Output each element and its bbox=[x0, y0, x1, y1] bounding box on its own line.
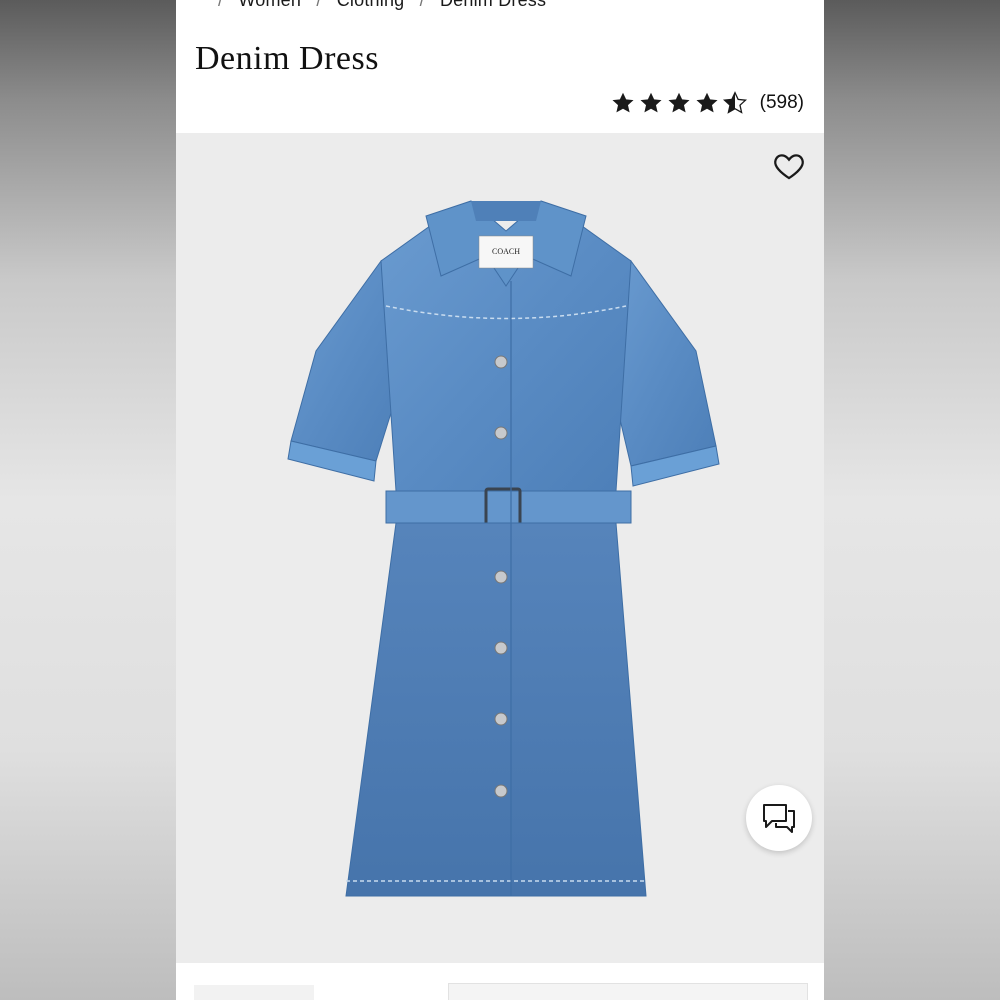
bottom-left-element bbox=[194, 985, 314, 1000]
background-left bbox=[0, 0, 176, 1000]
heart-outline-icon[interactable] bbox=[772, 149, 806, 183]
star-icon bbox=[668, 92, 690, 113]
background-right bbox=[824, 0, 1000, 1000]
product-image-denim-dress[interactable]: COACH bbox=[286, 191, 726, 911]
product-image-area: COACH bbox=[176, 133, 824, 963]
product-page: / Women / Clothing / Denim Dress Denim D… bbox=[176, 0, 824, 1000]
bottom-bar bbox=[176, 963, 824, 1000]
breadcrumb-item-clothing[interactable]: Clothing bbox=[337, 0, 405, 10]
half-star-icon bbox=[722, 91, 747, 114]
star-icon bbox=[612, 92, 634, 113]
breadcrumb: / Women / Clothing / Denim Dress bbox=[208, 0, 546, 11]
chat-bubbles-icon bbox=[763, 804, 795, 833]
product-title: Denim Dress bbox=[195, 40, 379, 77]
breadcrumb-item-current[interactable]: Denim Dress bbox=[440, 0, 546, 10]
chat-button[interactable] bbox=[746, 785, 812, 851]
breadcrumb-separator: / bbox=[419, 0, 425, 10]
star-icon bbox=[640, 92, 662, 113]
breadcrumb-separator: / bbox=[218, 0, 224, 10]
rating-summary[interactable]: (598) bbox=[610, 90, 804, 116]
breadcrumb-item-women[interactable]: Women bbox=[238, 0, 301, 10]
star-icon bbox=[696, 92, 718, 113]
brand-label: COACH bbox=[492, 247, 520, 256]
bottom-right-button[interactable] bbox=[448, 983, 808, 1000]
breadcrumb-separator: / bbox=[316, 0, 322, 10]
rating-count[interactable]: (598) bbox=[760, 92, 804, 114]
